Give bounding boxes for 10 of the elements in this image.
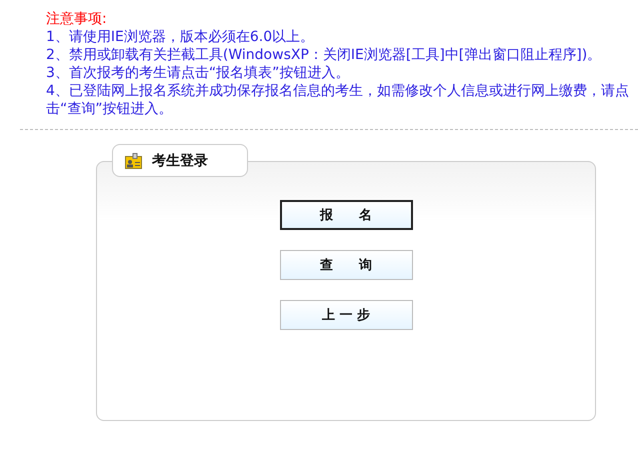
notice-title: 注意事项:: [46, 10, 108, 28]
panel-button[interactable]: 上 一 步: [280, 300, 412, 330]
notice-item: 3、首次报考的考生请点击“报名填表”按钮进入。: [46, 64, 350, 82]
id-card-icon: [125, 152, 142, 168]
notice-item: 1、请使用IE浏览器，版本必须在6.0以上。: [46, 28, 316, 46]
notice-item: 4、已登陆网上报名系统并成功保存报名信息的考生，如需修改个人信息或进行网上缴费，请点击“查询”按钮进入。: [46, 82, 630, 118]
panel-title: 考生登录: [152, 152, 208, 170]
notice-item: 2、禁用或卸载有关拦截工具(WindowsXP：关闭IE浏览器[工具]中[弹出窗口阻止程序])。: [46, 46, 602, 64]
panel-button[interactable]: 报 名: [280, 200, 412, 230]
panel-button[interactable]: 查 询: [280, 250, 412, 280]
